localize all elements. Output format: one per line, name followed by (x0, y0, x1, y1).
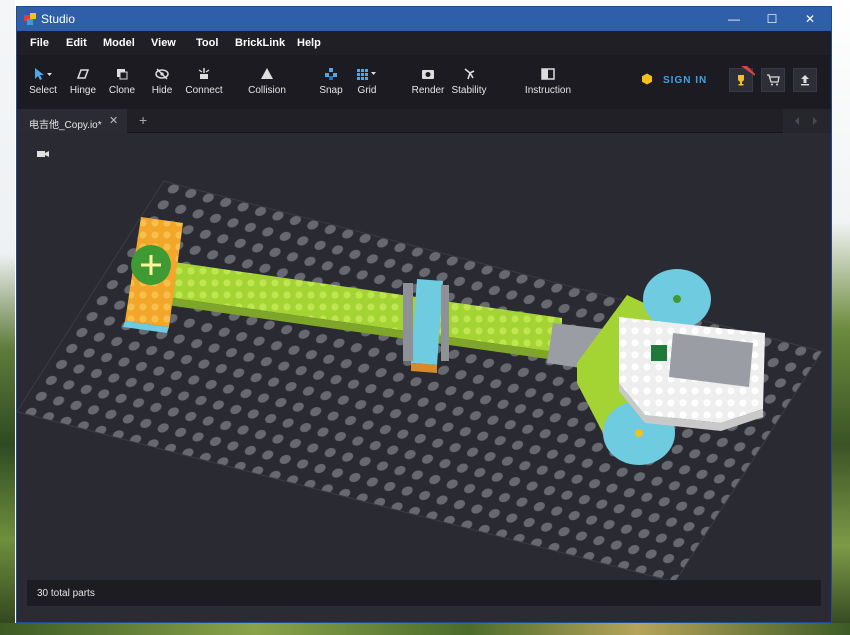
select-tool-button[interactable]: Select (27, 65, 59, 96)
desktop-background-right (832, 0, 850, 635)
hinge-tool-button[interactable]: Hinge (67, 65, 99, 96)
grid-tool-button[interactable]: Grid (355, 65, 379, 96)
tab-scroll-arrows (783, 109, 831, 133)
maximize-button[interactable]: ☐ (753, 7, 791, 31)
new-tab-button[interactable]: + (139, 112, 147, 128)
azure-bracket-brick[interactable] (403, 279, 449, 373)
menu-file[interactable]: File (30, 37, 49, 49)
notification-ribbon-icon (741, 66, 755, 76)
tab-document-label: 电吉他_Copy.io* (29, 120, 102, 131)
warning-triangle-icon (261, 68, 273, 79)
clone-icon (117, 69, 128, 80)
hide-tool-label: Hide (151, 85, 173, 96)
render-tool-label: Render (411, 85, 445, 96)
instruction-tool-button[interactable]: Instruction (523, 65, 573, 96)
lego-scene (17, 180, 823, 582)
stability-tool-label: Stability (451, 85, 487, 96)
studio-logo-icon (24, 13, 36, 25)
select-tool-label: Select (29, 85, 57, 96)
studio-window: Studio — ☐ ✕ File Edit Model View Tool B… (16, 6, 832, 623)
tab-document[interactable]: 电吉他_Copy.io* ✕ (17, 109, 127, 133)
desktop-background-left (0, 0, 15, 635)
close-button[interactable]: ✕ (791, 7, 829, 31)
clone-tool-label: Clone (108, 85, 136, 96)
menu-view[interactable]: View (151, 37, 176, 49)
grid-icon (357, 69, 376, 80)
collision-tool-button[interactable]: Collision (245, 65, 289, 96)
tab-close-icon[interactable]: ✕ (109, 114, 118, 127)
menu-tool[interactable]: Tool (196, 37, 218, 49)
cart-button[interactable] (761, 68, 785, 92)
stability-icon (464, 68, 475, 80)
document-tab-bar: 电吉他_Copy.io* ✕ + (17, 109, 831, 133)
white-smart-hub[interactable] (619, 317, 765, 431)
title-bar[interactable]: Studio — ☐ ✕ (17, 7, 831, 31)
upload-icon (801, 75, 809, 86)
hinge-icon (76, 69, 90, 79)
menu-model[interactable]: Model (103, 37, 135, 49)
connect-tool-label: Connect (185, 85, 223, 96)
cart-icon (767, 74, 780, 86)
toolbar: Select Hinge Clone Hide Connect Collisio… (17, 55, 831, 109)
menu-help[interactable]: Help (297, 37, 321, 49)
bricklink-hex-icon (642, 73, 652, 85)
total-parts-count: 30 total parts (37, 588, 95, 599)
azure-wheel-top[interactable] (643, 269, 711, 329)
collision-tool-label: Collision (248, 85, 286, 96)
menu-edit[interactable]: Edit (66, 37, 87, 49)
hide-tool-button[interactable]: Hide (149, 65, 175, 96)
snap-icon (325, 68, 337, 80)
eye-slash-icon (155, 68, 169, 80)
camera-icon (422, 70, 434, 79)
snap-tool-button[interactable]: Snap (319, 65, 343, 96)
grid-tool-label: Grid (357, 85, 377, 96)
minimize-button[interactable]: — (715, 7, 753, 31)
3d-viewport[interactable] (17, 133, 831, 582)
instruction-tool-label: Instruction (524, 85, 572, 96)
desktop-background-bottom (0, 623, 850, 635)
tab-scroll-right-icon[interactable] (811, 117, 819, 125)
connect-icon (198, 68, 210, 79)
book-icon (541, 68, 555, 80)
menu-bar: File Edit Model View Tool BrickLink Help (17, 31, 831, 55)
cursor-icon (35, 68, 52, 80)
menu-bricklink[interactable]: BrickLink (235, 37, 285, 49)
upload-button[interactable] (793, 68, 817, 92)
hinge-tool-label: Hinge (69, 85, 97, 96)
clone-tool-button[interactable]: Clone (107, 65, 137, 96)
render-tool-button[interactable]: Render (411, 65, 445, 96)
status-bar: 30 total parts (27, 580, 821, 606)
snap-tool-label: Snap (319, 85, 343, 96)
window-title: Studio (41, 12, 76, 26)
tab-scroll-left-icon[interactable] (793, 117, 801, 125)
sign-in-button[interactable]: SIGN IN (663, 75, 707, 86)
stability-tool-button[interactable]: Stability (449, 65, 489, 96)
connect-tool-button[interactable]: Connect (183, 65, 225, 96)
